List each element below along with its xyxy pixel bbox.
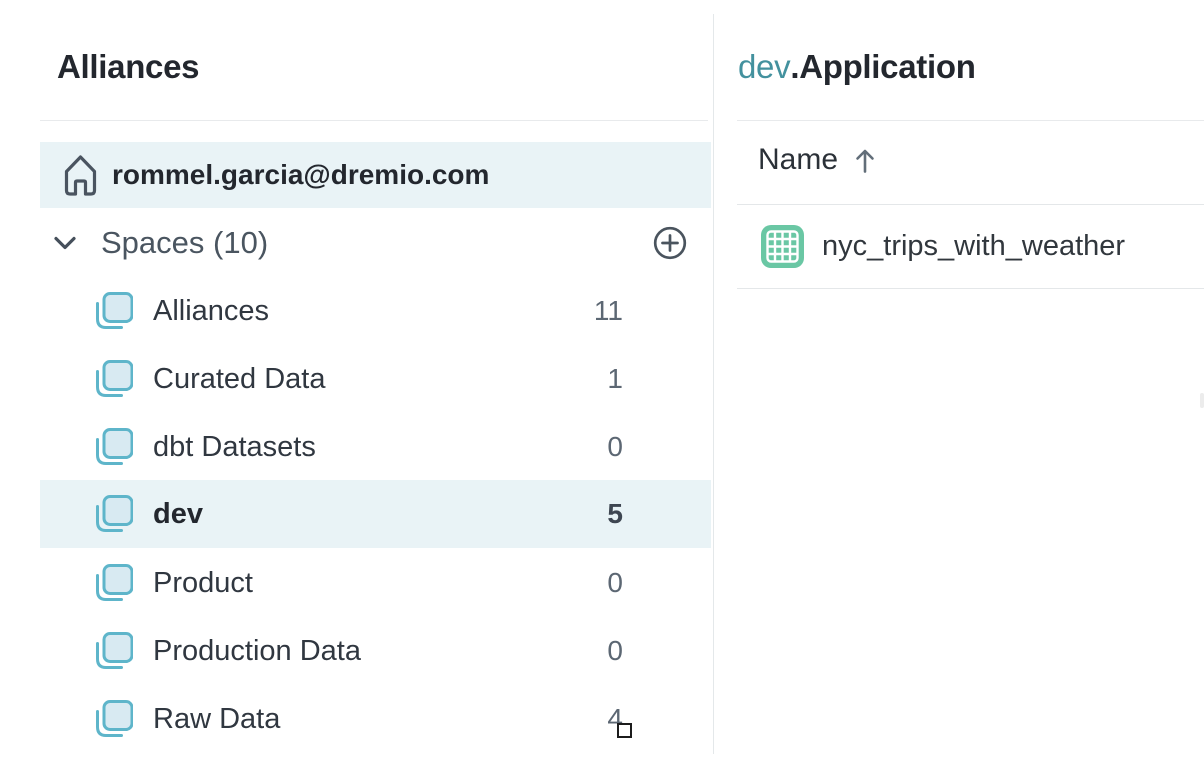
- space-item-label: Product: [153, 567, 253, 600]
- breadcrumb-folder-title: Application: [799, 48, 975, 85]
- space-item-label: Production Data: [153, 635, 361, 668]
- home-item-label: rommel.garcia@dremio.com: [112, 159, 489, 191]
- spaces-section-label: Spaces (10): [101, 225, 268, 261]
- right-header-divider: [737, 120, 1204, 121]
- cursor-artifact: [617, 723, 632, 738]
- space-item-count: 0: [607, 635, 623, 667]
- table-row-divider: [737, 288, 1204, 289]
- space-item-curated-data[interactable]: Curated Data 1: [40, 345, 711, 413]
- home-icon: [62, 152, 99, 199]
- space-item-product[interactable]: Product 0: [40, 549, 711, 617]
- add-space-button[interactable]: [653, 226, 687, 260]
- space-item-count: 11: [594, 295, 623, 327]
- space-icon: [95, 428, 133, 466]
- left-header-divider: [40, 120, 708, 121]
- scrollbar-thumb[interactable]: [1200, 393, 1204, 408]
- space-icon: [95, 360, 133, 398]
- space-item-dbt-datasets[interactable]: dbt Datasets 0: [40, 413, 711, 481]
- home-catalog-item[interactable]: rommel.garcia@dremio.com: [40, 142, 711, 208]
- space-item-dev[interactable]: dev 5: [40, 480, 711, 548]
- spaces-section-header: Spaces (10): [40, 220, 711, 266]
- chevron-down-icon[interactable]: [52, 233, 78, 253]
- space-item-label: Alliances: [153, 295, 269, 328]
- column-header-label: Name: [758, 143, 838, 177]
- space-item-label: Raw Data: [153, 703, 280, 736]
- space-item-count: 1: [607, 363, 623, 395]
- dataset-row-nyc-trips[interactable]: nyc_trips_with_weather: [737, 205, 1204, 288]
- space-item-count: 0: [607, 431, 623, 463]
- space-item-raw-data[interactable]: Raw Data 4: [40, 685, 711, 753]
- dataset-table-icon: [760, 224, 805, 269]
- breadcrumb-space-link[interactable]: dev: [738, 48, 790, 85]
- dataset-name: nyc_trips_with_weather: [822, 230, 1125, 263]
- left-panel-title: Alliances: [57, 48, 199, 86]
- space-icon: [95, 700, 133, 738]
- space-icon: [95, 632, 133, 670]
- panel-divider: [713, 14, 714, 754]
- space-item-label: dbt Datasets: [153, 431, 316, 464]
- breadcrumb-separator: .: [790, 48, 799, 85]
- space-item-label: dev: [153, 498, 203, 531]
- space-item-count: 5: [607, 498, 623, 530]
- space-icon: [95, 292, 133, 330]
- space-item-label: Curated Data: [153, 363, 326, 396]
- space-item-count: 0: [607, 567, 623, 599]
- space-icon: [95, 495, 133, 533]
- dremio-catalog-screen: Alliances rommel.garcia@dremio.com Space…: [0, 0, 1204, 770]
- space-item-production-data[interactable]: Production Data 0: [40, 617, 711, 685]
- space-icon: [95, 564, 133, 602]
- arrow-up-icon: [854, 147, 876, 174]
- space-item-alliances[interactable]: Alliances 11: [40, 277, 711, 345]
- breadcrumb: dev.Application: [738, 48, 976, 86]
- column-header-name[interactable]: Name: [737, 136, 1204, 184]
